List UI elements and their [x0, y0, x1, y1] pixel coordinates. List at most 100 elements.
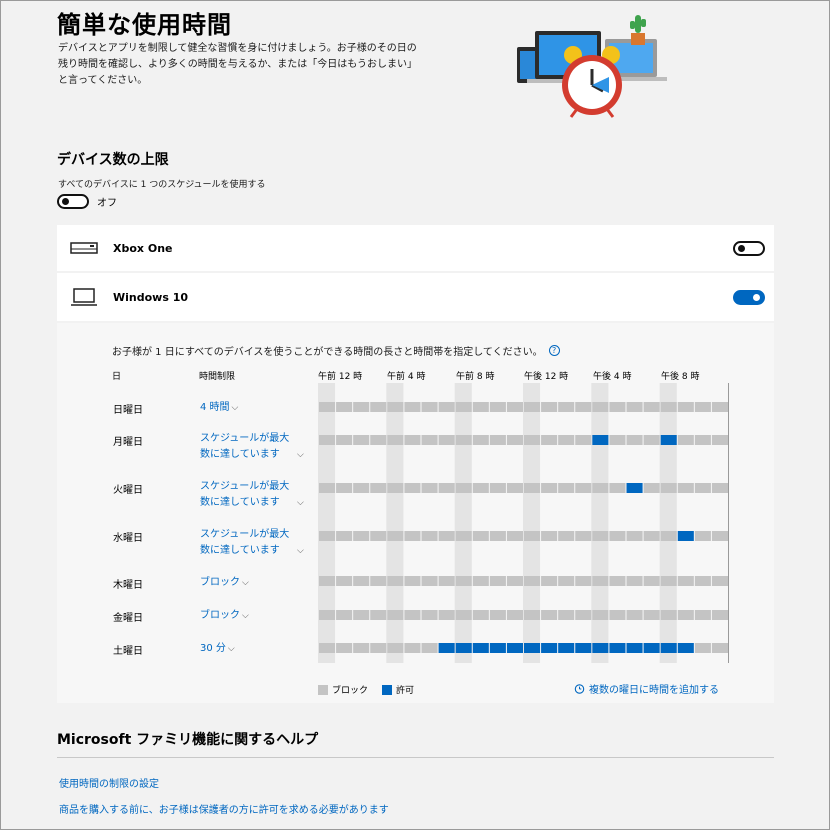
slot-blocked[interactable]	[575, 435, 592, 445]
slot-blocked[interactable]	[353, 531, 370, 541]
slot-blocked[interactable]	[319, 643, 336, 653]
slot-blocked[interactable]	[421, 643, 438, 653]
slot-blocked[interactable]	[455, 531, 472, 541]
slot-blocked[interactable]	[319, 531, 336, 541]
slot-blocked[interactable]	[711, 610, 728, 620]
slot-blocked[interactable]	[694, 576, 711, 586]
slot-blocked[interactable]	[506, 576, 523, 586]
slot-blocked[interactable]	[711, 643, 728, 653]
slot-blocked[interactable]	[370, 435, 387, 445]
slot-blocked[interactable]	[438, 402, 455, 412]
slot-blocked[interactable]	[524, 531, 541, 541]
slot-blocked[interactable]	[558, 402, 575, 412]
slot-blocked[interactable]	[336, 610, 353, 620]
slot-blocked[interactable]	[626, 610, 643, 620]
slot-blocked[interactable]	[677, 435, 694, 445]
slot-allowed[interactable]	[643, 643, 660, 653]
slot-allowed[interactable]	[489, 643, 506, 653]
chevron-down-icon[interactable]: ⌵	[297, 546, 304, 556]
slot-blocked[interactable]	[524, 576, 541, 586]
slot-blocked[interactable]	[387, 402, 404, 412]
slot-blocked[interactable]	[370, 483, 387, 493]
slot-blocked[interactable]	[421, 435, 438, 445]
slot-blocked[interactable]	[643, 576, 660, 586]
slot-blocked[interactable]	[626, 576, 643, 586]
slot-blocked[interactable]	[541, 483, 558, 493]
slot-blocked[interactable]	[421, 576, 438, 586]
slot-allowed[interactable]	[592, 435, 609, 445]
limit-dropdown-wednesday[interactable]: スケジュールが最大数に達しています	[200, 527, 296, 559]
slot-blocked[interactable]	[558, 435, 575, 445]
slot-blocked[interactable]	[558, 610, 575, 620]
slot-allowed[interactable]	[677, 531, 694, 541]
slot-allowed[interactable]	[609, 643, 626, 653]
slot-blocked[interactable]	[319, 483, 336, 493]
slot-blocked[interactable]	[575, 483, 592, 493]
slot-blocked[interactable]	[336, 483, 353, 493]
slot-blocked[interactable]	[609, 531, 626, 541]
slot-allowed[interactable]	[626, 643, 643, 653]
device-card-xbox[interactable]: Xbox One	[57, 225, 774, 271]
slot-blocked[interactable]	[592, 483, 609, 493]
slot-blocked[interactable]	[524, 402, 541, 412]
slot-blocked[interactable]	[541, 531, 558, 541]
slot-blocked[interactable]	[541, 576, 558, 586]
slot-blocked[interactable]	[353, 402, 370, 412]
slot-blocked[interactable]	[506, 610, 523, 620]
slot-blocked[interactable]	[711, 435, 728, 445]
slot-allowed[interactable]	[524, 643, 541, 653]
slot-blocked[interactable]	[336, 576, 353, 586]
slot-blocked[interactable]	[489, 576, 506, 586]
slot-blocked[interactable]	[319, 576, 336, 586]
slot-blocked[interactable]	[643, 531, 660, 541]
slot-blocked[interactable]	[489, 402, 506, 412]
slot-blocked[interactable]	[404, 402, 421, 412]
slot-blocked[interactable]	[455, 610, 472, 620]
slot-blocked[interactable]	[541, 435, 558, 445]
slot-blocked[interactable]	[524, 610, 541, 620]
slot-blocked[interactable]	[575, 531, 592, 541]
slot-allowed[interactable]	[506, 643, 523, 653]
slot-blocked[interactable]	[438, 610, 455, 620]
slot-allowed[interactable]	[592, 643, 609, 653]
slot-allowed[interactable]	[455, 643, 472, 653]
slot-blocked[interactable]	[387, 576, 404, 586]
slot-blocked[interactable]	[609, 610, 626, 620]
slot-blocked[interactable]	[592, 610, 609, 620]
slot-blocked[interactable]	[489, 435, 506, 445]
slot-blocked[interactable]	[336, 435, 353, 445]
slot-blocked[interactable]	[353, 576, 370, 586]
slot-blocked[interactable]	[404, 643, 421, 653]
slot-blocked[interactable]	[421, 610, 438, 620]
slot-blocked[interactable]	[404, 610, 421, 620]
slot-blocked[interactable]	[404, 531, 421, 541]
slot-allowed[interactable]	[677, 643, 694, 653]
slot-blocked[interactable]	[319, 402, 336, 412]
slot-blocked[interactable]	[694, 402, 711, 412]
slot-allowed[interactable]	[575, 643, 592, 653]
slot-blocked[interactable]	[660, 483, 677, 493]
slot-blocked[interactable]	[489, 531, 506, 541]
slot-blocked[interactable]	[472, 576, 489, 586]
slot-blocked[interactable]	[524, 435, 541, 445]
slot-blocked[interactable]	[472, 610, 489, 620]
slot-blocked[interactable]	[660, 531, 677, 541]
slot-blocked[interactable]	[541, 610, 558, 620]
slot-blocked[interactable]	[472, 402, 489, 412]
xbox-toggle[interactable]	[733, 240, 765, 256]
slot-blocked[interactable]	[694, 483, 711, 493]
slot-blocked[interactable]	[370, 610, 387, 620]
slot-blocked[interactable]	[506, 483, 523, 493]
chevron-down-icon[interactable]: ⌵	[297, 450, 304, 460]
slot-blocked[interactable]	[677, 576, 694, 586]
slot-blocked[interactable]	[660, 610, 677, 620]
slot-blocked[interactable]	[370, 531, 387, 541]
slot-blocked[interactable]	[336, 402, 353, 412]
slot-blocked[interactable]	[558, 483, 575, 493]
limit-dropdown-saturday[interactable]: 30 分 ⌵	[200, 641, 235, 657]
single-schedule-toggle[interactable]	[57, 194, 89, 209]
slot-blocked[interactable]	[609, 576, 626, 586]
limit-dropdown-thursday[interactable]: ブロック ⌵	[200, 575, 249, 591]
slot-blocked[interactable]	[455, 402, 472, 412]
slot-blocked[interactable]	[660, 402, 677, 412]
